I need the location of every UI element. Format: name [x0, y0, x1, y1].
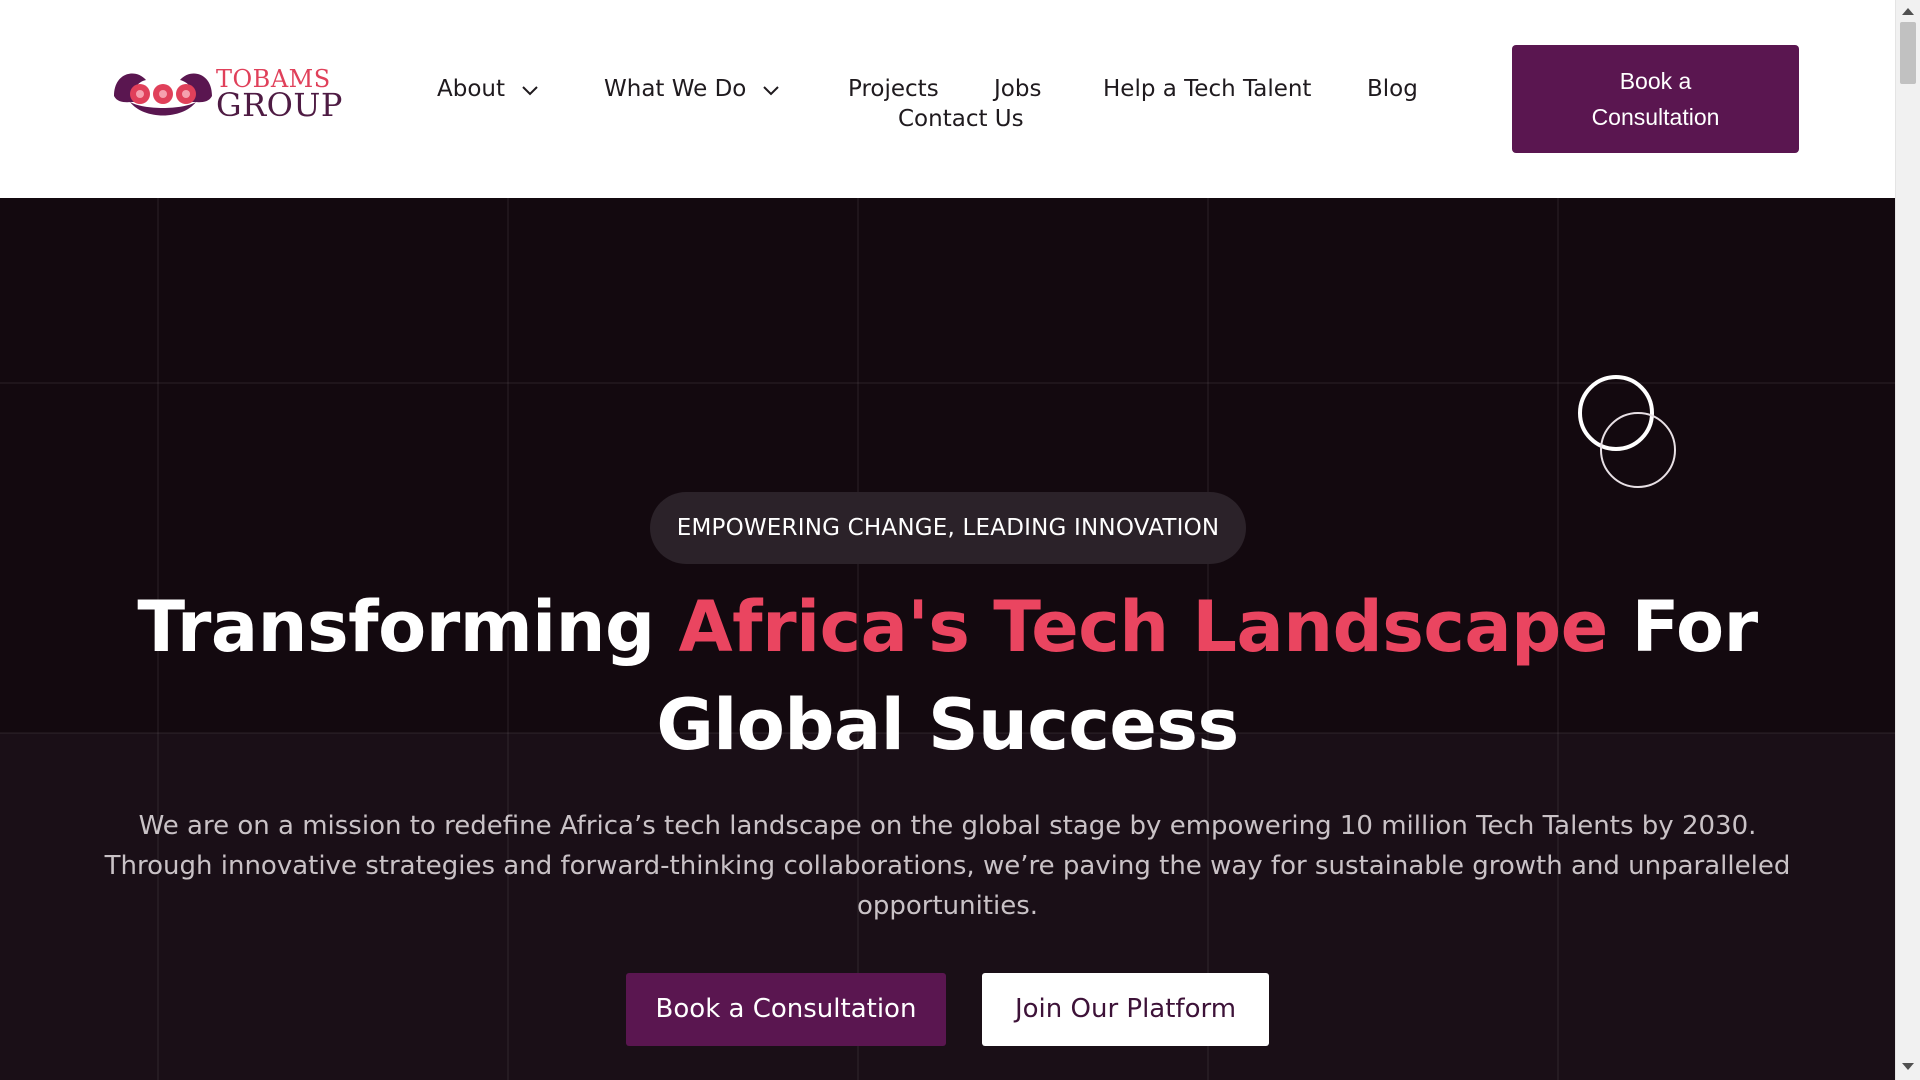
book-consultation-button[interactable]: Book a Consultation	[626, 973, 946, 1046]
hero-description: We are on a mission to redefine Africa’s…	[104, 811, 1791, 921]
scroll-down-arrow-icon[interactable]	[1902, 1063, 1914, 1070]
button-label: Book a Consultation	[1591, 68, 1720, 130]
book-consultation-header-button[interactable]: Book a Consultation	[1512, 45, 1799, 153]
double-ring-icon	[1578, 375, 1676, 488]
hero-tagline-pill: EMPOWERING CHANGE, LEADING INNOVATION	[650, 492, 1246, 564]
nav-item-what-we-do[interactable]: What We Do	[604, 74, 780, 105]
vertical-scrollbar[interactable]	[1895, 0, 1920, 1080]
brand-logo[interactable]: TOBAMS GROUP	[108, 58, 342, 128]
join-platform-button[interactable]: Join Our Platform	[982, 973, 1269, 1046]
headline-accent-text: Africa's Tech Landscape	[678, 586, 1608, 668]
nav-item-contact-us[interactable]: Contact Us	[898, 104, 1024, 134]
hero-section: EMPOWERING CHANGE, LEADING INNOVATION Tr…	[0, 198, 1895, 1080]
nav-item-help-a-tech-talent[interactable]: Help a Tech Talent	[1103, 74, 1311, 104]
nav-item-jobs[interactable]: Jobs	[994, 74, 1041, 104]
site-header: TOBAMS GROUP About What We Do Projects J…	[0, 0, 1895, 198]
logo-wordmark-bottom: GROUP	[216, 86, 343, 124]
chevron-down-icon	[762, 75, 780, 105]
hero-headline: Transforming Africa's Tech Landscape For…	[60, 578, 1835, 774]
nav-item-projects[interactable]: Projects	[848, 74, 939, 104]
headline-text: Transforming	[137, 586, 679, 668]
nav-item-about[interactable]: About	[437, 74, 539, 105]
scroll-thumb[interactable]	[1900, 22, 1916, 84]
nav-item-label: About	[437, 76, 506, 102]
logo-mark-icon	[114, 73, 212, 116]
nav-item-label: What We Do	[604, 76, 747, 102]
nav-item-blog[interactable]: Blog	[1367, 74, 1418, 104]
chevron-down-icon	[521, 75, 539, 105]
scroll-up-arrow-icon[interactable]	[1902, 8, 1914, 15]
